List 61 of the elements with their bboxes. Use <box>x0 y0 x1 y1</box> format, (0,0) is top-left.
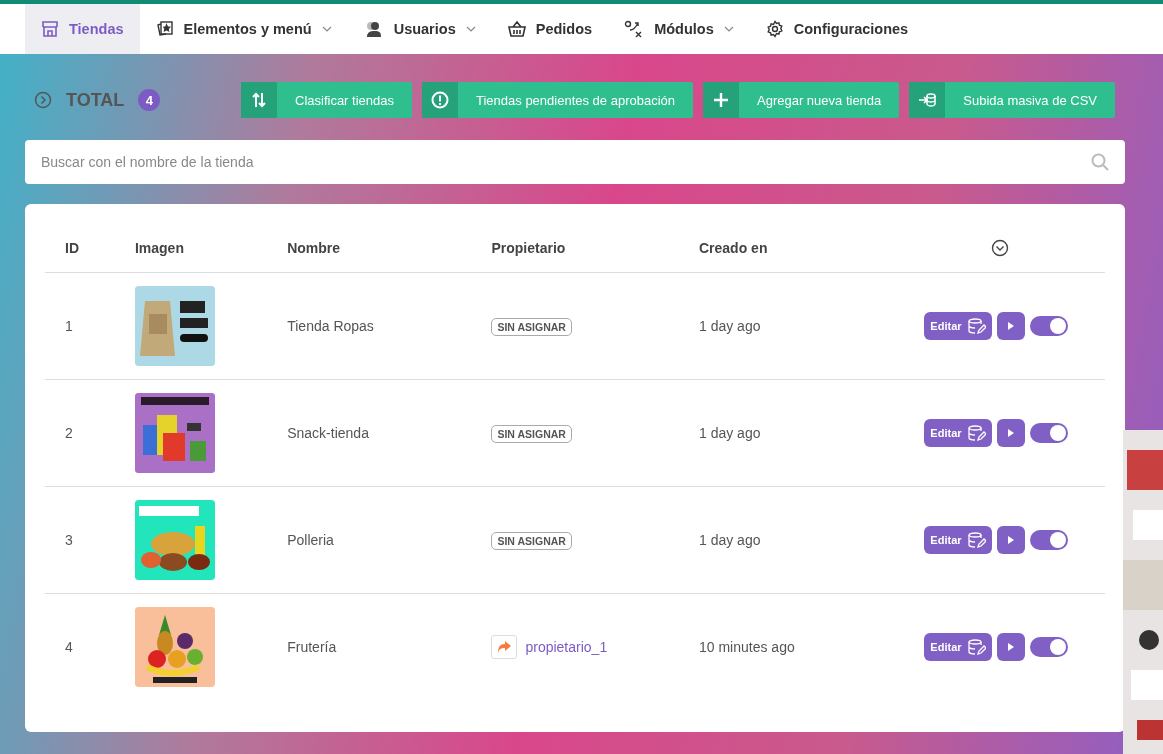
play-button[interactable] <box>996 312 1025 340</box>
expand-icon[interactable] <box>34 91 52 109</box>
status-tag: SIN ASIGNAR <box>491 318 572 336</box>
status-tag: SIN ASIGNAR <box>491 425 572 443</box>
column-header: Propietario <box>491 240 566 256</box>
store-name: Frutería <box>287 639 337 655</box>
store-name: Snack-tienda <box>287 425 369 441</box>
alert-icon <box>431 91 449 109</box>
table-cell: 1 day ago <box>698 425 761 441</box>
nav-tab[interactable]: Elementos y menú <box>139 4 348 54</box>
edit-button[interactable]: Editar <box>924 312 992 340</box>
share-icon <box>491 635 518 659</box>
play-button[interactable] <box>996 526 1025 554</box>
edit-icon <box>967 318 986 334</box>
table-cell: 1 day ago <box>698 318 761 334</box>
nav-tab[interactable]: Pedidos <box>491 4 609 54</box>
nav-tab[interactable]: Módulos <box>608 4 750 54</box>
table-cell: 3 <box>65 532 73 548</box>
import-icon <box>918 92 937 108</box>
play-icon <box>1006 642 1015 652</box>
search-field[interactable]: Buscar con el nombre de la tienda <box>25 140 1125 184</box>
store-name: Tienda Ropas <box>287 318 374 334</box>
owner-link[interactable]: propietario_1 <box>525 639 608 655</box>
toggle-switch[interactable] <box>1029 637 1068 657</box>
table-cell: 10 minutes ago <box>698 639 795 655</box>
play-icon <box>1006 428 1015 438</box>
nav-tab[interactable]: Usuarios <box>347 4 492 54</box>
nav-tab[interactable]: Configuraciones <box>749 4 925 54</box>
edit-icon <box>967 532 986 548</box>
table-cell: 1 day ago <box>698 532 761 548</box>
chevron-down-icon[interactable] <box>990 239 1009 258</box>
toggle-switch[interactable] <box>1029 530 1068 550</box>
table-cell: 2 <box>65 425 73 441</box>
play-icon <box>1006 321 1015 331</box>
toggle-switch[interactable] <box>1029 316 1068 336</box>
column-header: Creado en <box>698 240 768 256</box>
column-header: ID <box>65 240 79 256</box>
toggle-switch[interactable] <box>1029 423 1068 443</box>
count-badge: 4 <box>138 89 161 111</box>
total-label: TOTAL <box>66 89 125 111</box>
edit-button[interactable]: Editar <box>924 633 992 661</box>
play-button[interactable] <box>996 419 1025 447</box>
column-header: Nombre <box>287 240 341 256</box>
edit-button[interactable]: Editar <box>924 419 992 447</box>
cards-icon <box>155 20 174 38</box>
plus-icon <box>714 93 728 107</box>
nav-tab[interactable]: Tiendas <box>25 4 140 54</box>
basket-icon <box>507 20 526 38</box>
edit-button[interactable]: Editar <box>924 526 992 554</box>
settings-icon <box>765 20 784 38</box>
store-name: Polleria <box>287 532 334 548</box>
sort-icon <box>252 92 266 108</box>
column-header: Imagen <box>134 240 184 256</box>
table-cell: 4 <box>65 639 73 655</box>
store-icon <box>41 20 59 38</box>
play-button[interactable] <box>996 633 1025 661</box>
status-tag: SIN ASIGNAR <box>491 532 572 550</box>
edit-icon <box>967 639 986 655</box>
play-icon <box>1006 535 1015 545</box>
edit-icon <box>967 425 986 441</box>
table-cell: 1 <box>65 318 73 334</box>
